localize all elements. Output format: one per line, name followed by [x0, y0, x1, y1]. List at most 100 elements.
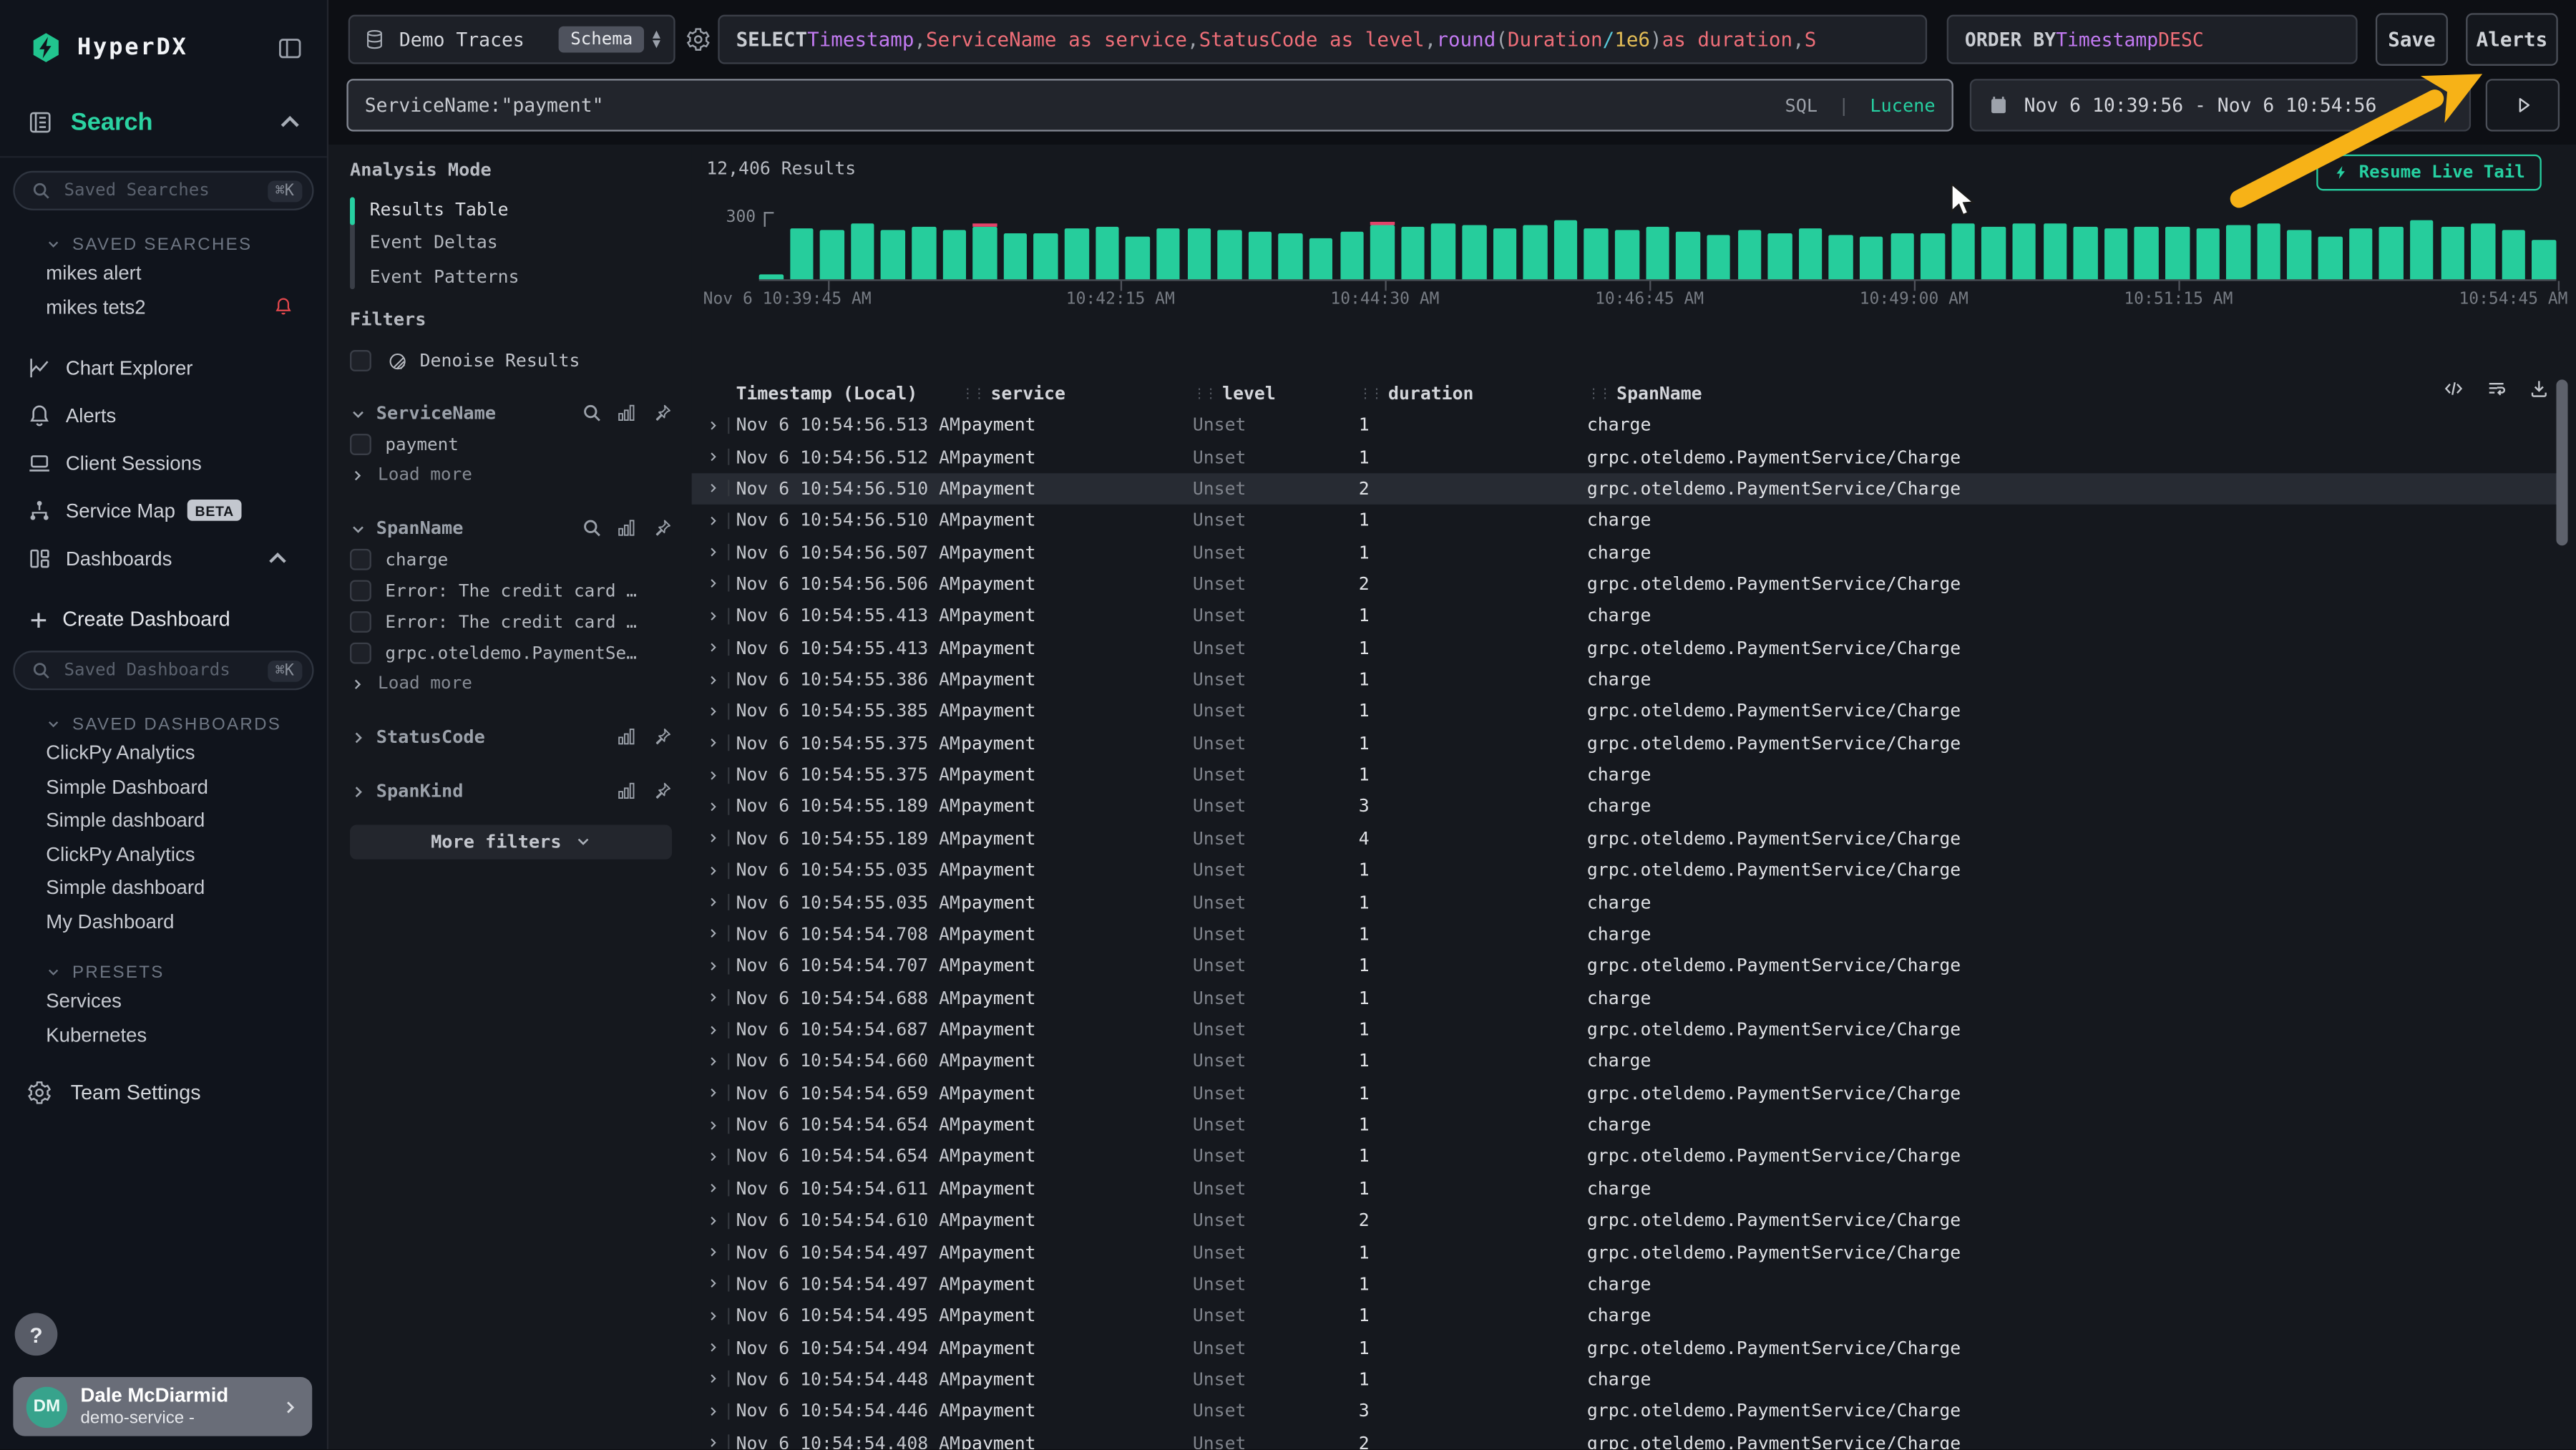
histogram-bar[interactable] — [1034, 234, 1058, 280]
table-row[interactable]: Nov 6 10:54:54.497 AMpaymentUnset1grpc.o… — [692, 1236, 2560, 1267]
histogram-bar[interactable] — [1584, 228, 1608, 279]
denoise-results-toggle[interactable]: Denoise Results — [350, 348, 672, 374]
column-header-spanname[interactable]: ⋮⋮SpanName — [1587, 382, 2560, 404]
filter-option[interactable]: Error: The credit card … — [350, 607, 672, 636]
user-menu[interactable]: DM Dale McDiarmid demo-service - — [13, 1378, 312, 1437]
chevron-up-icon[interactable] — [276, 107, 304, 135]
saved-search-item[interactable]: mikes alert — [0, 256, 327, 290]
saved-searches-input[interactable]: Saved Searches ⌘K — [13, 171, 313, 210]
table-row[interactable]: Nov 6 10:54:56.506 AMpaymentUnset2grpc.o… — [692, 568, 2560, 600]
histogram-bar[interactable] — [1370, 225, 1394, 279]
resume-live-tail-button[interactable]: Resume Live Tail — [2316, 155, 2542, 191]
histogram-bar[interactable] — [1890, 233, 1914, 279]
wrap-lines-icon[interactable] — [2486, 378, 2507, 399]
code-view-icon[interactable] — [2443, 378, 2464, 399]
table-row[interactable]: Nov 6 10:54:56.512 AMpaymentUnset1grpc.o… — [692, 441, 2560, 472]
download-icon[interactable] — [2528, 378, 2550, 399]
histogram-bar[interactable] — [1615, 230, 1639, 279]
saved-dashboard-item[interactable]: ClickPy Analytics — [0, 837, 327, 871]
table-row[interactable]: Nov 6 10:54:54.611 AMpaymentUnset1charge — [692, 1172, 2560, 1204]
histogram-bar[interactable] — [912, 227, 935, 279]
histogram-bar[interactable] — [973, 227, 997, 279]
histogram-bar[interactable] — [2348, 229, 2372, 279]
saved-search-item[interactable]: mikes tets2 — [0, 290, 327, 323]
histogram-bar[interactable] — [1493, 229, 1516, 279]
preset-item[interactable]: Services — [0, 984, 327, 1018]
histogram-bar[interactable] — [1340, 231, 1364, 279]
histogram-bar[interactable] — [1004, 233, 1028, 279]
presets-header[interactable]: PRESETS — [0, 960, 327, 984]
bar-chart-icon[interactable] — [616, 518, 637, 539]
table-row[interactable]: Nov 6 10:54:55.189 AMpaymentUnset4grpc.o… — [692, 823, 2560, 855]
histogram-bar[interactable] — [2471, 224, 2494, 279]
histogram-bar[interactable] — [2135, 227, 2158, 279]
histogram-bar[interactable] — [2104, 228, 2128, 279]
table-row[interactable]: Nov 6 10:54:54.654 AMpaymentUnset1charge — [692, 1109, 2560, 1141]
run-query-button[interactable] — [2486, 79, 2560, 131]
histogram-bar[interactable] — [1860, 236, 1883, 280]
pin-icon[interactable] — [651, 781, 672, 802]
histogram-bar[interactable] — [1309, 238, 1333, 280]
table-row[interactable]: Nov 6 10:54:56.513 AMpaymentUnset1charge — [692, 409, 2560, 441]
table-row[interactable]: Nov 6 10:54:54.408 AMpaymentUnset2grpc.o… — [692, 1427, 2560, 1450]
histogram-bar[interactable] — [2410, 220, 2434, 279]
histogram-bar[interactable] — [1248, 232, 1272, 279]
histogram-bar[interactable] — [2318, 236, 2342, 280]
histogram-bar[interactable] — [1218, 230, 1241, 279]
histogram-bar[interactable] — [1065, 229, 1088, 279]
create-dashboard-button[interactable]: Create Dashboard — [0, 601, 327, 638]
column-header-service[interactable]: ⋮⋮service — [961, 382, 1193, 404]
table-row[interactable]: Nov 6 10:54:54.654 AMpaymentUnset1grpc.o… — [692, 1141, 2560, 1172]
preset-item[interactable]: Kubernetes — [0, 1018, 327, 1051]
table-row[interactable]: Nov 6 10:54:54.446 AMpaymentUnset3grpc.o… — [692, 1396, 2560, 1427]
table-row[interactable]: Nov 6 10:54:55.189 AMpaymentUnset3charge — [692, 791, 2560, 822]
load-more-button[interactable]: Load more — [350, 670, 672, 698]
histogram-bar[interactable] — [2165, 226, 2189, 279]
table-row[interactable]: Nov 6 10:54:54.494 AMpaymentUnset1grpc.o… — [692, 1332, 2560, 1363]
column-header-timestamp-local-[interactable]: Timestamp (Local) — [736, 382, 962, 404]
histogram-bar[interactable] — [2257, 224, 2280, 279]
table-row[interactable]: Nov 6 10:54:56.510 AMpaymentUnset2grpc.o… — [692, 473, 2560, 505]
saved-dashboard-item[interactable]: Simple dashboard — [0, 804, 327, 837]
filter-group-servicename[interactable]: ServiceName — [350, 399, 672, 428]
filter-option-checkbox[interactable] — [350, 549, 371, 570]
sidebar-item-service-map[interactable]: Service MapBETA — [0, 487, 327, 535]
table-row[interactable]: Nov 6 10:54:55.035 AMpaymentUnset1charge — [692, 886, 2560, 918]
analysis-mode-event-patterns[interactable]: Event Patterns — [370, 260, 672, 293]
sidebar-item-alerts[interactable]: Alerts — [0, 391, 327, 439]
table-row[interactable]: Nov 6 10:54:55.386 AMpaymentUnset1charge — [692, 663, 2560, 695]
histogram-bar[interactable] — [2074, 226, 2097, 279]
histogram-bar[interactable] — [2043, 224, 2067, 279]
table-row[interactable]: Nov 6 10:54:55.375 AMpaymentUnset1grpc.o… — [692, 727, 2560, 759]
histogram-bar[interactable] — [1523, 225, 1547, 279]
histogram-bar[interactable] — [2379, 227, 2403, 279]
filter-option-checkbox[interactable] — [350, 643, 371, 663]
histogram-bar[interactable] — [1187, 228, 1211, 279]
analysis-mode-event-deltas[interactable]: Event Deltas — [370, 226, 672, 260]
pin-icon[interactable] — [651, 518, 672, 539]
saved-dashboards-input[interactable]: Saved Dashboards ⌘K — [13, 651, 313, 690]
histogram-bar[interactable] — [759, 275, 783, 279]
save-button[interactable]: Save — [2376, 13, 2448, 65]
table-row[interactable]: Nov 6 10:54:54.688 AMpaymentUnset1charge — [692, 982, 2560, 1013]
bar-chart-icon[interactable] — [616, 726, 637, 747]
denoise-checkbox[interactable] — [350, 351, 371, 371]
histogram-bar[interactable] — [1096, 227, 1119, 279]
table-row[interactable]: Nov 6 10:54:54.448 AMpaymentUnset1charge — [692, 1363, 2560, 1395]
table-row[interactable]: Nov 6 10:54:54.495 AMpaymentUnset1charge — [692, 1300, 2560, 1331]
histogram-bar[interactable] — [1768, 233, 1792, 279]
table-row[interactable]: Nov 6 10:54:54.659 AMpaymentUnset1grpc.o… — [692, 1077, 2560, 1109]
load-more-button[interactable]: Load more — [350, 461, 672, 489]
sidebar-item-search[interactable]: Search — [0, 102, 327, 141]
histogram-bar[interactable] — [882, 230, 905, 279]
histogram-bar[interactable] — [1921, 233, 1944, 279]
source-select[interactable]: Demo Traces Schema ▲▼ — [348, 15, 675, 64]
help-button[interactable]: ? — [15, 1313, 58, 1356]
saved-dashboard-item[interactable]: My Dashboard — [0, 905, 327, 938]
histogram-bar[interactable] — [851, 224, 874, 279]
column-drag-handle-icon[interactable]: ⋮⋮ — [1193, 385, 1216, 400]
saved-dashboards-header[interactable]: SAVED DASHBOARDS — [0, 711, 327, 736]
filter-option[interactable]: Error: The credit card … — [350, 576, 672, 605]
table-row[interactable]: Nov 6 10:54:54.687 AMpaymentUnset1grpc.o… — [692, 1013, 2560, 1045]
analysis-mode-results-table[interactable]: Results Table — [370, 193, 672, 226]
